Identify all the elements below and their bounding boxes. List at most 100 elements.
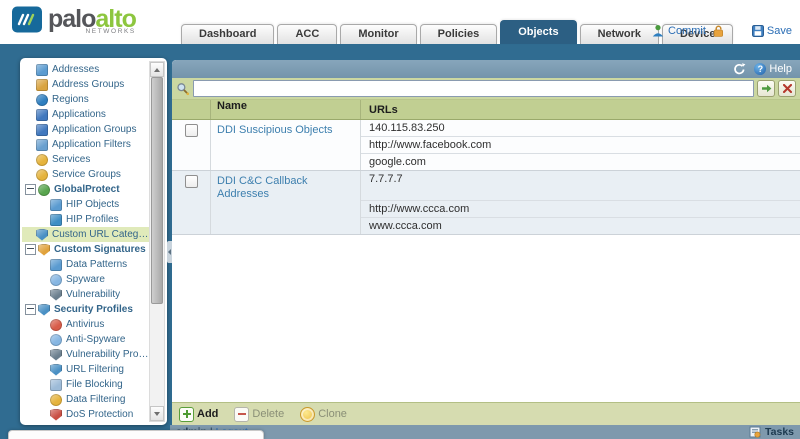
status-bar: admin | Logout Tasks: [170, 425, 800, 439]
sidebar-item-anti-spyware[interactable]: Anti-Spyware: [22, 332, 150, 347]
clone-icon: [300, 407, 315, 422]
url-cell: google.com: [361, 154, 800, 170]
column-header-name[interactable]: Name: [211, 100, 361, 119]
cropped-popup: [8, 430, 264, 439]
sidebar-item-file-blocking[interactable]: File Blocking: [22, 377, 150, 392]
sidebar-item-addresses[interactable]: Addresses: [22, 62, 150, 77]
commit-icon: [651, 24, 665, 37]
sidebar-item-spyware[interactable]: Spyware: [22, 272, 150, 287]
url-filtering-icon: [50, 364, 62, 376]
commit-button[interactable]: Commit: [651, 24, 706, 37]
file-blocking-icon: [50, 379, 62, 391]
tasks-button[interactable]: Tasks: [749, 426, 794, 438]
tasks-icon: [749, 426, 761, 438]
anti-spyware-icon: [50, 334, 62, 346]
clear-filter-button[interactable]: [778, 80, 796, 97]
sidebar-item-globalprotect[interactable]: GlobalProtect: [22, 182, 150, 197]
refresh-icon[interactable]: [733, 63, 746, 75]
table-row: DDI C&C Callback Addresses 7.7.7.7 http:…: [172, 171, 800, 235]
custom-url-category-icon: [36, 229, 48, 241]
collapse-toggle-icon[interactable]: [25, 184, 36, 195]
table-toolbar: Add Delete Clone: [172, 402, 800, 425]
url-cell: 140.115.83.250: [361, 120, 800, 137]
help-button[interactable]: Help: [754, 63, 792, 75]
search-icon: [176, 82, 190, 96]
tab-objects[interactable]: Objects: [500, 20, 576, 44]
sidebar-item-address-groups[interactable]: Address Groups: [22, 77, 150, 92]
globalprotect-icon: [38, 184, 50, 196]
vulnerability-protection-icon: [50, 349, 62, 361]
applications-icon: [36, 109, 48, 121]
green-arrow-icon: [761, 84, 772, 93]
search-input[interactable]: [193, 80, 754, 97]
services-icon: [36, 154, 48, 166]
add-icon: [179, 407, 194, 422]
url-cell: http://www.facebook.com: [361, 137, 800, 154]
delete-icon: [234, 407, 249, 422]
sidebar-item-custom-url-category[interactable]: Custom URL Category: [22, 227, 150, 242]
sidebar-item-antivirus[interactable]: Antivirus: [22, 317, 150, 332]
sidebar-item-application-filters[interactable]: Application Filters: [22, 137, 150, 152]
paloalto-logo: paloalto NETWORKS: [12, 6, 136, 35]
apply-filter-button[interactable]: [757, 80, 775, 97]
sidebar-item-applications[interactable]: Applications: [22, 107, 150, 122]
tab-acc[interactable]: ACC: [277, 24, 337, 44]
sidebar-item-custom-signatures[interactable]: Custom Signatures: [22, 242, 150, 257]
sidebar-item-vulnerability[interactable]: Vulnerability: [22, 287, 150, 302]
scroll-down-icon[interactable]: [150, 406, 164, 421]
scroll-up-icon[interactable]: [150, 62, 164, 77]
tab-network[interactable]: Network: [580, 24, 659, 44]
save-button[interactable]: Save: [752, 25, 792, 37]
sidebar-item-hip-profiles[interactable]: HIP Profiles: [22, 212, 150, 227]
column-header-urls[interactable]: URLs: [361, 104, 800, 116]
vulnerability-icon: [50, 289, 62, 301]
collapse-toggle-icon[interactable]: [25, 304, 36, 315]
security-profiles-icon: [38, 304, 50, 316]
tab-monitor[interactable]: Monitor: [340, 24, 416, 44]
scrollbar-thumb[interactable]: [151, 77, 163, 304]
service-groups-icon: [36, 169, 48, 181]
table-header-row: Name URLs: [172, 100, 800, 120]
url-cell: www.ccca.com: [361, 218, 800, 234]
tab-dashboard[interactable]: Dashboard: [181, 24, 274, 44]
app-header: paloalto NETWORKS Dashboard ACC Monitor …: [0, 0, 800, 44]
application-groups-icon: [36, 124, 48, 136]
row-checkbox[interactable]: [185, 124, 198, 137]
sidebar-item-hip-objects[interactable]: HIP Objects: [22, 197, 150, 212]
sidebar-item-application-groups[interactable]: Application Groups: [22, 122, 150, 137]
table-body: DDI Suscipious Objects 140.115.83.250 ht…: [172, 120, 800, 402]
custom-signatures-icon: [38, 244, 50, 256]
lock-icon[interactable]: [713, 25, 724, 37]
url-cell: http://www.ccca.com: [361, 201, 800, 218]
spyware-icon: [50, 274, 62, 286]
sidebar-item-data-filtering[interactable]: Data Filtering: [22, 392, 150, 407]
data-patterns-icon: [50, 259, 62, 271]
tab-policies[interactable]: Policies: [420, 24, 498, 44]
sidebar-scrollbar[interactable]: [149, 61, 165, 422]
object-name-link[interactable]: DDI Suscipious Objects: [217, 123, 360, 137]
save-icon: [752, 25, 764, 37]
sidebar-item-url-filtering[interactable]: URL Filtering: [22, 362, 150, 377]
sidebar-item-regions[interactable]: Regions: [22, 92, 150, 107]
delete-button[interactable]: Delete: [234, 407, 284, 422]
sidebar-item-security-profiles[interactable]: Security Profiles: [22, 302, 150, 317]
sidebar-item-services[interactable]: Services: [22, 152, 150, 167]
addresses-icon: [36, 64, 48, 76]
clone-button[interactable]: Clone: [300, 407, 347, 422]
data-filtering-icon: [50, 394, 62, 406]
paloalto-logo-icon: [12, 6, 42, 33]
dos-protection-icon: [50, 409, 62, 421]
row-checkbox[interactable]: [185, 175, 198, 188]
sidebar-item-dos-protection[interactable]: DoS Protection: [22, 407, 150, 422]
header-actions: Commit Save: [651, 24, 792, 37]
table-row: DDI Suscipious Objects 140.115.83.250 ht…: [172, 120, 800, 171]
sidebar-item-vulnerability-protection[interactable]: Vulnerability Protection: [22, 347, 150, 362]
address-groups-icon: [36, 79, 48, 91]
add-button[interactable]: Add: [179, 407, 218, 422]
sidebar-item-service-groups[interactable]: Service Groups: [22, 167, 150, 182]
object-name-link[interactable]: DDI C&C Callback Addresses: [217, 174, 360, 201]
sidebar-item-data-patterns[interactable]: Data Patterns: [22, 257, 150, 272]
sidebar-tree: Addresses Address Groups Regions Applica…: [22, 62, 150, 423]
collapse-toggle-icon[interactable]: [25, 244, 36, 255]
regions-icon: [36, 94, 48, 106]
